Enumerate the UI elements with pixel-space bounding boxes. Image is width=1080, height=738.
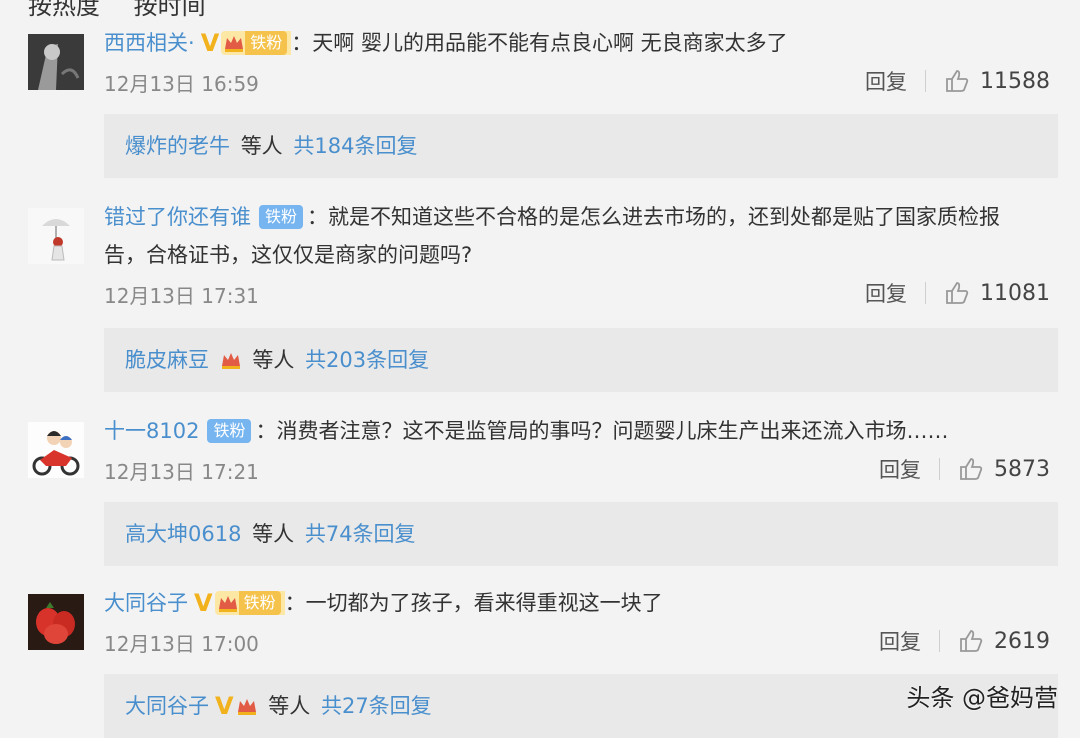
comment-actions: 回复 11588: [865, 66, 1050, 96]
reply-count-link[interactable]: 共184条回复: [293, 134, 417, 158]
username[interactable]: 错过了你还有谁: [104, 205, 251, 229]
comment-text: 消费者注意？这不是监管局的事吗？问题婴儿床生产出来还流入市场……: [276, 419, 949, 443]
avatar[interactable]: [28, 422, 84, 478]
reply-user[interactable]: 大同谷子: [125, 694, 209, 718]
fan-badge: 铁粉: [259, 205, 304, 229]
reply-button[interactable]: 回复: [879, 454, 921, 484]
crown-icon: [218, 596, 237, 612]
reply-user[interactable]: 高大坤0618: [125, 522, 241, 546]
comment-text-line: 西西相关· V 铁粉 ：天啊 婴儿的用品能不能有点良心啊 无良商家太多了: [104, 24, 1050, 62]
reply-others: 等人: [252, 348, 295, 372]
fan-badge: 铁粉: [238, 591, 281, 615]
colon-separator: ：: [307, 205, 329, 229]
comment-meta: 12月13日 17:00 回复 2619: [104, 622, 1050, 662]
reply-button[interactable]: 回复: [865, 278, 907, 308]
fan-badge: 铁粉: [245, 31, 288, 55]
verified-badge: V: [200, 29, 220, 57]
timestamp: 12月13日 17:00: [104, 632, 259, 656]
reply-count-link[interactable]: 共203条回复: [305, 348, 429, 372]
reply-user[interactable]: 脆皮麻豆: [125, 348, 209, 372]
comment-text-line: 错过了你还有谁 铁粉 ：就是不知道这些不合格的是怎么进去市场的，还到处都是贴了国家质…: [104, 198, 1050, 236]
avatar[interactable]: [28, 34, 84, 90]
reply-user[interactable]: 爆炸的老牛: [125, 134, 230, 158]
verified-badge: V: [215, 692, 234, 720]
divider: [939, 458, 940, 480]
comment-actions: 回复 5873: [879, 454, 1050, 484]
timestamp: 12月13日 17:31: [104, 284, 259, 308]
like-count: 11081: [980, 280, 1050, 306]
comment-meta: 12月13日 16:59 回复 11588: [104, 62, 1050, 102]
fan-level-badge: 铁粉: [221, 31, 292, 55]
like-count: 5873: [994, 456, 1050, 482]
thumbs-up-icon[interactable]: [944, 280, 970, 306]
like-count: 11588: [980, 68, 1050, 94]
reply-count-link[interactable]: 共74条回复: [305, 522, 416, 546]
avatar[interactable]: [28, 208, 84, 264]
colon-separator: ：: [255, 419, 277, 443]
fan-badge: 铁粉: [207, 419, 252, 443]
reply-summary[interactable]: 脆皮麻豆 等人 共203条回复: [104, 328, 1058, 392]
reply-button[interactable]: 回复: [865, 66, 907, 96]
crown-icon: [225, 36, 244, 52]
tab-hot[interactable]: 按热度: [28, 0, 100, 21]
reply-count-link[interactable]: 共27条回复: [321, 694, 432, 718]
verified-badge: V: [194, 589, 213, 617]
thumbs-up-icon[interactable]: [958, 628, 984, 654]
like-count: 2619: [994, 628, 1050, 654]
comment-text-line-2: 告，合格证书，这仅仅是商家的问题吗?: [104, 243, 473, 267]
reply-others: 等人: [268, 694, 311, 718]
comment-text: 就是不知道这些不合格的是怎么进去市场的，还到处都是贴了国家质检报: [328, 205, 1001, 229]
username[interactable]: 十一8102: [104, 419, 199, 443]
reply-button[interactable]: 回复: [879, 626, 921, 656]
sort-tabs: 按热度 按时间: [28, 0, 232, 20]
username[interactable]: 西西相关·: [104, 31, 195, 55]
colon-separator: ：: [284, 591, 306, 615]
comment-meta: 12月13日 17:21 回复 5873: [104, 450, 1050, 490]
comment-text: 天啊 婴儿的用品能不能有点良心啊 无良商家太多了: [312, 31, 788, 55]
watermark: 头条 @爸妈营: [906, 684, 1058, 712]
divider: [939, 630, 940, 652]
tab-time[interactable]: 按时间: [134, 0, 206, 21]
timestamp: 12月13日 16:59: [104, 72, 259, 96]
colon-separator: ：: [291, 31, 313, 55]
comment-meta: 12月13日 17:31 回复 11081: [104, 274, 1050, 314]
comment-actions: 回复 2619: [879, 626, 1050, 656]
comment-text: 一切都为了孩子，看来得重视这一块了: [305, 591, 663, 615]
reply-others: 等人: [240, 134, 283, 158]
timestamp: 12月13日 17:21: [104, 460, 259, 484]
comment-actions: 回复 11081: [865, 278, 1050, 308]
thumbs-up-icon[interactable]: [958, 456, 984, 482]
crown-icon: [221, 353, 240, 369]
comment-text-line: 大同谷子 V 铁粉 ：一切都为了孩子，看来得重视这一块了: [104, 584, 1050, 622]
fan-level-badge: 铁粉: [214, 591, 285, 615]
thumbs-up-icon[interactable]: [944, 68, 970, 94]
reply-summary[interactable]: 爆炸的老牛 等人 共184条回复: [104, 114, 1058, 178]
username[interactable]: 大同谷子: [104, 591, 188, 615]
avatar[interactable]: [28, 594, 84, 650]
crown-icon: [237, 699, 256, 715]
reply-summary[interactable]: 高大坤0618 等人 共74条回复: [104, 502, 1058, 566]
reply-others: 等人: [252, 522, 295, 546]
divider: [925, 282, 926, 304]
comment-text-line: 十一8102 铁粉 ：消费者注意？这不是监管局的事吗？问题婴儿床生产出来还流入市场……: [104, 412, 1050, 450]
divider: [925, 70, 926, 92]
